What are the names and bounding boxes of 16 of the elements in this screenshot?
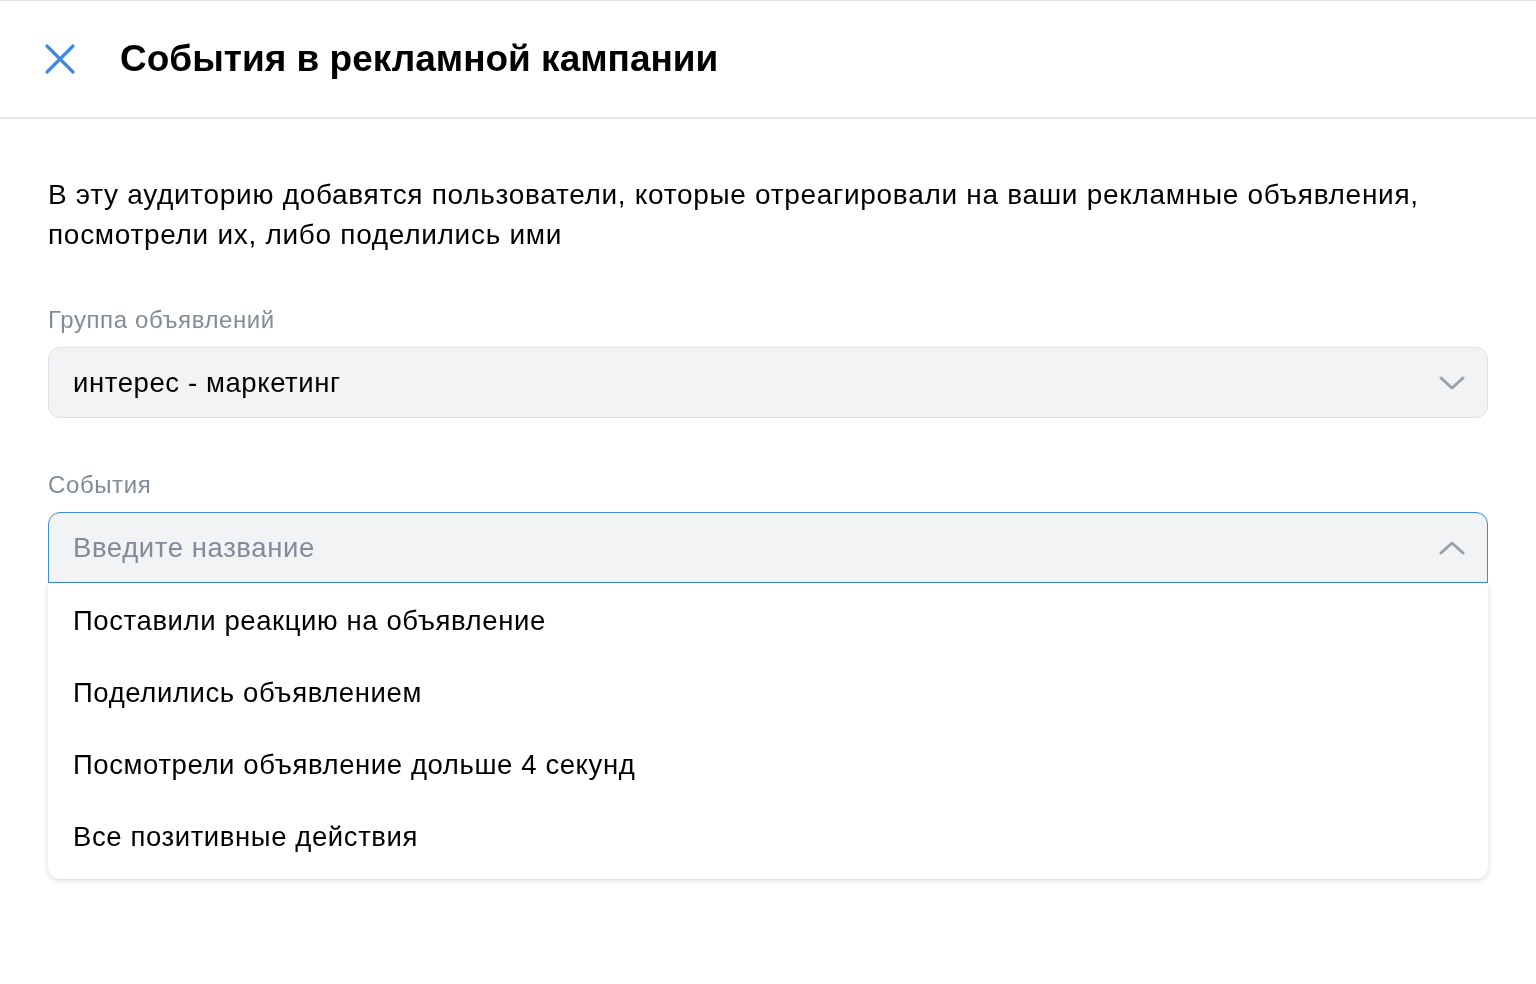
window-title: События в рекламной кампании (120, 38, 719, 80)
chevron-icon (1439, 540, 1465, 555)
description-text: В эту аудиторию добавятся пользователи, которые отреагировали на ваши рекламные объявления, посмотрели их, либо поделились ими (48, 178, 1420, 252)
field-label: События (48, 470, 153, 500)
close-icon (44, 43, 76, 75)
search-input[interactable]: Введите название (73, 531, 1439, 564)
dropdown-option[interactable]: Все позитивные действия (48, 801, 1488, 873)
select-field[interactable]: Введите название (48, 512, 1488, 583)
chevron-icon (1439, 375, 1465, 390)
select-value: интерес - маркетинг (73, 366, 342, 399)
close-button[interactable] (44, 43, 76, 75)
dropdown-option[interactable]: Посмотрели объявление дольше 4 секунд (48, 729, 1488, 801)
dropdown-option[interactable]: Поделились объявлением (48, 657, 1488, 729)
dropdown-option[interactable]: Поставили реакцию на объявление (48, 585, 1488, 657)
field-label: Группа объявлений (48, 305, 276, 335)
select-field[interactable]: интерес - маркетинг (48, 347, 1488, 418)
